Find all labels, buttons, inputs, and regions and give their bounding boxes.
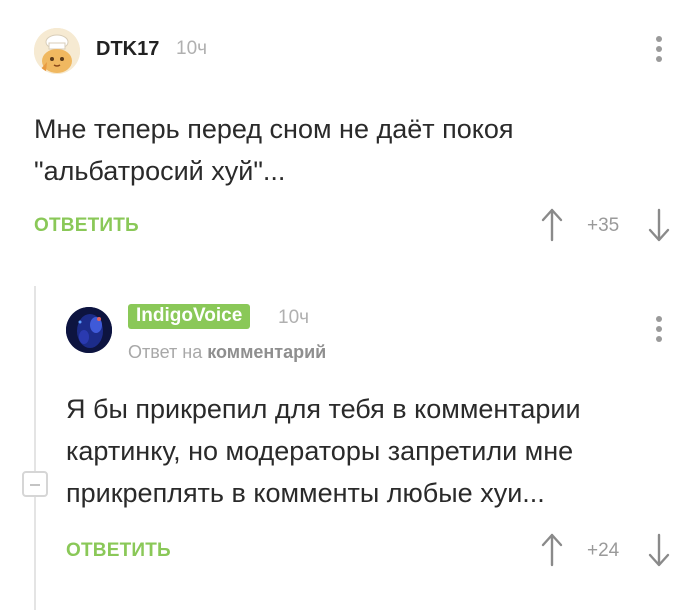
downvote-arrow-icon[interactable] <box>647 533 671 567</box>
comment-text: Мне теперь перед сном не даёт покоя "аль… <box>34 108 514 192</box>
reply-to-prefix: Ответ на <box>128 342 203 362</box>
comment-text-line: Мне теперь перед сном не даёт покоя <box>34 114 514 144</box>
comment-text-line: "альбатросий хуй"... <box>34 156 286 186</box>
comment-text: Я бы прикрепил для тебя в комментарии ка… <box>66 388 581 514</box>
comment-score: +24 <box>587 540 620 561</box>
upvote-arrow-icon[interactable] <box>540 208 564 242</box>
username-badge[interactable]: IndigoVoice <box>128 304 251 329</box>
collapse-thread-button[interactable] <box>22 471 48 497</box>
downvote-arrow-icon[interactable] <box>647 208 671 242</box>
avatar[interactable] <box>66 307 112 353</box>
more-options-icon[interactable] <box>655 36 663 66</box>
reply-to-label: Ответ на комментарий <box>128 342 326 363</box>
upvote-arrow-icon[interactable] <box>540 533 564 567</box>
comment-text-line: прикреплять в комменты любые хуи... <box>66 478 545 508</box>
reply-button[interactable]: ОТВЕТИТЬ <box>66 540 171 562</box>
thread-line <box>34 286 36 610</box>
dark-blue-avatar-icon <box>66 307 112 353</box>
comment-time: 10ч <box>278 307 310 328</box>
reply-button[interactable]: ОТВЕТИТЬ <box>34 215 139 237</box>
comment-score: +35 <box>587 215 620 236</box>
more-options-icon[interactable] <box>655 316 663 346</box>
comment-time: 10ч <box>176 38 208 59</box>
avatar[interactable] <box>34 28 80 74</box>
comment-author[interactable]: DTK17 <box>96 38 159 61</box>
comment-text-line: Я бы прикрепил для тебя в комментарии <box>66 394 581 424</box>
chef-cat-avatar-icon <box>34 28 80 74</box>
reply-to-link[interactable]: комментарий <box>207 342 326 362</box>
comment-text-line: картинку, но модераторы запретили мне <box>66 436 574 466</box>
